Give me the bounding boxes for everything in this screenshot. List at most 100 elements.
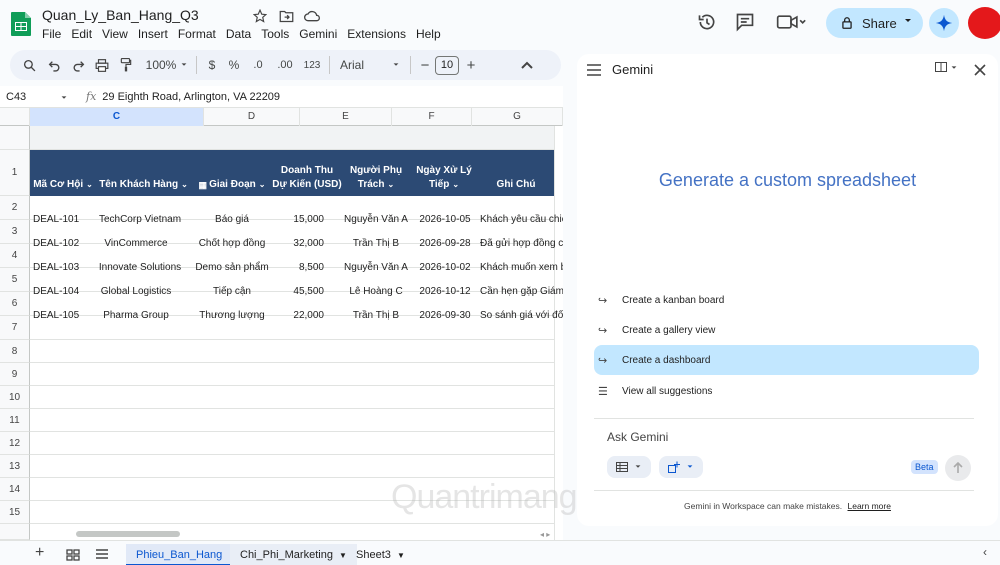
cell-revenue[interactable]: 8,500 (272, 256, 324, 279)
print-icon[interactable] (90, 54, 114, 76)
cell-id[interactable]: DEAL-102 (33, 232, 79, 255)
cell-revenue[interactable]: 45,500 (272, 280, 324, 303)
cell-note[interactable]: Đã gửi hợp đồng chờ ký (480, 232, 563, 255)
row-number[interactable]: 6 (0, 292, 30, 316)
header-nguoi-phu-trach[interactable]: Người Phụ Trách ⌄ (342, 150, 410, 196)
cell-id[interactable]: DEAL-103 (33, 256, 79, 279)
cell-customer[interactable]: Global Logistics (96, 280, 176, 303)
comment-icon[interactable] (735, 12, 755, 32)
cell-note[interactable]: Khách muốn xem bản mobile (480, 256, 563, 279)
cloud-status-icon[interactable] (304, 8, 320, 24)
cell-owner[interactable]: Trần Thị B (340, 232, 412, 255)
menu-icon[interactable] (587, 64, 601, 76)
row-number[interactable]: 11 (0, 409, 30, 432)
header-ghi-chu[interactable]: Ghi Chú (478, 150, 554, 196)
cell-stage[interactable]: Thương lượng (192, 304, 272, 327)
header-giai-doan[interactable]: ▦ Giai Đoạn ⌄ (192, 150, 272, 196)
suggestion-gallery-view[interactable]: ↪ Create a gallery view (594, 315, 979, 345)
document-title[interactable]: Quan_Ly_Ban_Hang_Q3 (42, 7, 199, 23)
filter-chevron-icon[interactable]: ⌄ (259, 178, 266, 192)
version-history-icon[interactable] (697, 12, 717, 32)
menu-data[interactable]: Data (226, 26, 257, 42)
column-header-e[interactable]: E (300, 108, 392, 126)
meet-icon[interactable] (776, 12, 806, 32)
cell-date[interactable]: 2026-10-12 (412, 280, 478, 303)
chevron-down-icon[interactable] (903, 16, 913, 26)
menu-view[interactable]: View (102, 26, 134, 42)
close-icon[interactable] (974, 64, 986, 76)
cell-note[interactable]: Khách yêu cầu chiết khấu 5 % (480, 208, 563, 231)
spreadsheet-grid[interactable]: C D E F G 1 Mã Cơ Hội ⌄ Tên Khách Hàng ⌄ ▦… (0, 108, 563, 540)
cell-stage[interactable]: Tiếp cận (192, 280, 272, 303)
sheets-logo-icon[interactable] (9, 11, 33, 37)
menu-insert[interactable]: Insert (138, 26, 174, 42)
row-number[interactable]: 4 (0, 244, 30, 268)
font-family-select[interactable]: Arial (334, 54, 406, 76)
learn-more-link[interactable]: Learn more (848, 501, 891, 511)
column-header-c[interactable]: C (30, 108, 204, 126)
row-number[interactable]: 15 (0, 501, 30, 524)
add-sheet-icon[interactable]: + (35, 544, 44, 562)
chevron-down-icon[interactable]: ▼ (397, 551, 405, 560)
cell-id[interactable]: DEAL-104 (33, 280, 79, 303)
cell-id[interactable]: DEAL-105 (33, 304, 79, 327)
collapse-toolbar-icon[interactable] (499, 54, 555, 76)
menu-extensions[interactable]: Extensions (347, 26, 412, 42)
increase-font-size-icon[interactable]: + (459, 54, 483, 76)
cell-revenue[interactable]: 22,000 (272, 304, 324, 327)
column-header-f[interactable]: F (392, 108, 472, 126)
ask-gemini-input[interactable]: Ask Gemini (607, 430, 668, 444)
scroll-arrows[interactable]: ◂ ▸ (540, 530, 550, 539)
panel-layout-icon[interactable] (935, 62, 958, 75)
cell-customer[interactable]: Pharma Group (96, 304, 176, 327)
row-number[interactable]: 3 (0, 220, 30, 244)
header-ten-khach-hang[interactable]: Tên Khách Hàng ⌄ (96, 150, 191, 196)
cell-revenue[interactable]: 15,000 (272, 208, 324, 231)
add-content-chip[interactable] (659, 456, 703, 478)
cell-note[interactable]: So sánh giá với đối thủ (480, 304, 563, 327)
row-number[interactable]: 9 (0, 363, 30, 386)
cell-date[interactable]: 2026-09-28 (412, 232, 478, 255)
avatar[interactable] (968, 7, 1000, 39)
tab-chi-phi-marketing[interactable]: Chi_Phi_Marketing ▼ (230, 544, 357, 565)
header-ma-co-hoi[interactable]: Mã Cơ Hội ⌄ (30, 150, 96, 196)
all-sheets-icon[interactable] (66, 549, 80, 561)
cell-owner[interactable]: Nguyễn Văn A (340, 208, 412, 231)
cell-date[interactable]: 2026-09-30 (412, 304, 478, 327)
cell-customer[interactable]: TechCorp Vietnam (96, 208, 184, 231)
column-header-d[interactable]: D (204, 108, 300, 126)
menu-edit[interactable]: Edit (71, 26, 98, 42)
cell-date[interactable]: 2026-10-05 (412, 208, 478, 231)
share-button[interactable]: Share (826, 8, 923, 38)
row-number[interactable]: 14 (0, 478, 30, 501)
decrease-decimal-button[interactable]: .0 (245, 54, 271, 76)
header-doanh-thu[interactable]: Doanh Thu Dự Kiến (USD) (272, 150, 342, 196)
view-all-suggestions[interactable]: ☰ View all suggestions (594, 376, 979, 406)
cell-note[interactable]: Cần hẹn gặp Giám đốc IT (480, 280, 563, 303)
row-number[interactable]: 1 (0, 150, 30, 196)
tab-sheet3[interactable]: Sheet3 ▼ (346, 544, 415, 565)
decrease-font-size-icon[interactable]: − (415, 54, 435, 76)
currency-format-button[interactable]: $ (201, 54, 223, 76)
cell-stage[interactable]: Báo giá (192, 208, 272, 231)
menu-gemini[interactable]: Gemini (299, 26, 343, 42)
cell-customer[interactable]: VinCommerce (96, 232, 176, 255)
suggestion-dashboard[interactable]: ↪ Create a dashboard (594, 345, 979, 375)
filter-chevron-icon[interactable]: ⌄ (387, 180, 394, 189)
row-number[interactable]: 13 (0, 455, 30, 478)
menu-format[interactable]: Format (178, 26, 222, 42)
select-all-corner[interactable] (0, 108, 30, 126)
table-insert-chip[interactable] (607, 456, 651, 478)
cell-revenue[interactable]: 32,000 (272, 232, 324, 255)
suggestion-kanban-board[interactable]: ↪ Create a kanban board (594, 285, 979, 315)
cell-customer[interactable]: Innovate Solutions (96, 256, 184, 279)
row-number[interactable]: 8 (0, 340, 30, 363)
filter-chevron-icon[interactable]: ⌄ (86, 178, 93, 192)
number-format-button[interactable]: 123 (299, 54, 325, 76)
cell-date[interactable]: 2026-10-02 (412, 256, 478, 279)
cell-id[interactable]: DEAL-101 (33, 208, 79, 231)
zoom-select[interactable]: 100% (142, 54, 192, 76)
formula-input[interactable]: 29 Eighth Road, Arlington, VA 22209 (102, 91, 280, 103)
row-number[interactable]: 5 (0, 268, 30, 292)
chevron-left-icon[interactable]: ‹ (983, 545, 987, 559)
